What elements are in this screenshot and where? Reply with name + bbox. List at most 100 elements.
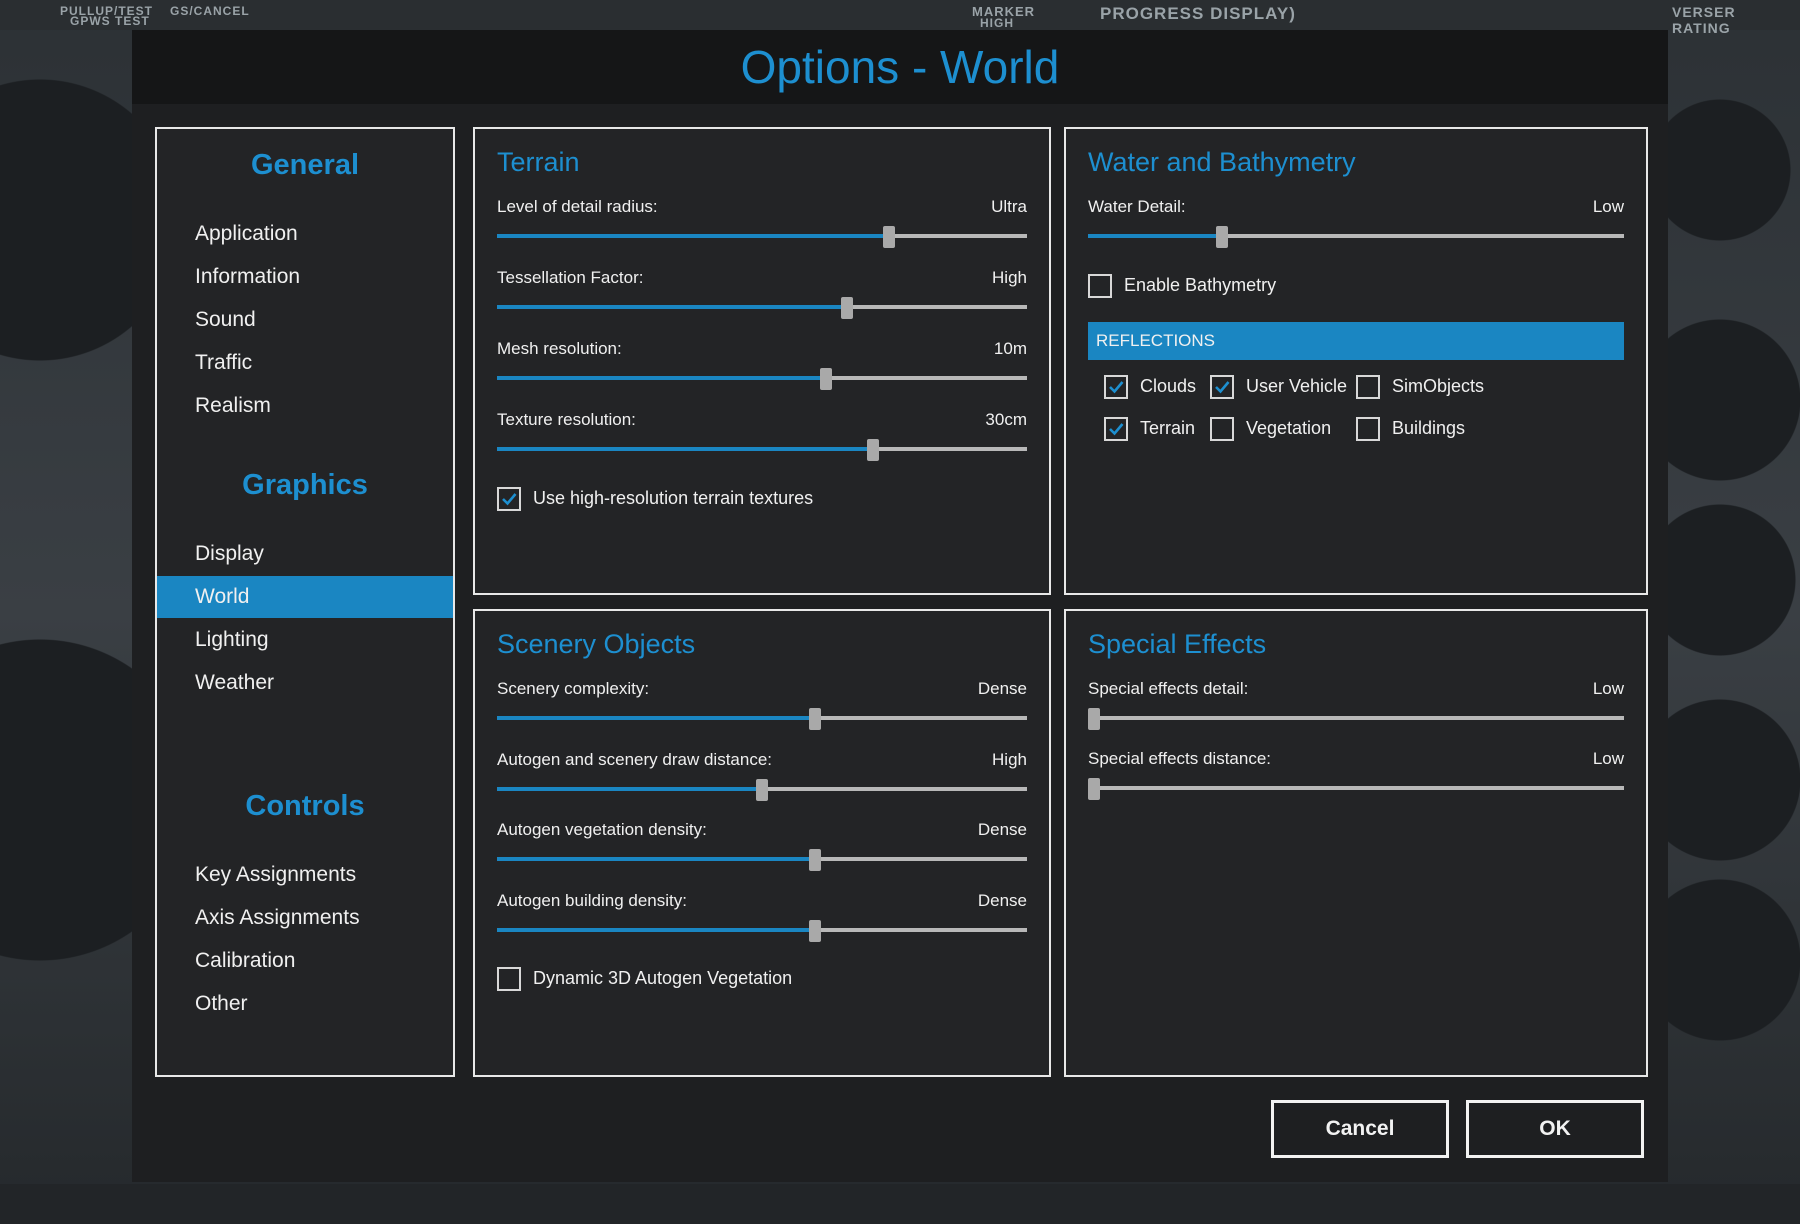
nav-heading-graphics: Graphics bbox=[242, 469, 368, 501]
reflection-clouds-label: Clouds bbox=[1140, 376, 1197, 396]
slider-thumb[interactable] bbox=[1088, 778, 1100, 800]
nav-item-weather[interactable]: Weather bbox=[157, 662, 453, 704]
nav-item-key-assignments[interactable]: Key Assignments bbox=[157, 854, 453, 896]
slider-label: Mesh resolution: bbox=[497, 339, 622, 358]
reflection-terrain-checkbox[interactable] bbox=[1104, 417, 1128, 441]
nav-item-sound[interactable]: Sound bbox=[157, 299, 453, 341]
slider-thumb[interactable] bbox=[883, 226, 896, 248]
slider-fill bbox=[497, 716, 815, 720]
slider-label: Texture resolution: bbox=[497, 410, 636, 429]
dynamic-autogen-label: Dynamic 3D Autogen Vegetation bbox=[533, 968, 793, 988]
effects-panel: Special Effects Special effects detail: L… bbox=[1064, 609, 1648, 1077]
slider-fill bbox=[497, 786, 762, 791]
nav-item-information[interactable]: Information bbox=[157, 256, 453, 298]
ok-button[interactable]: OK bbox=[1466, 1100, 1644, 1158]
slider[interactable] bbox=[1088, 708, 1624, 730]
effects-title: Special Effects bbox=[1088, 629, 1267, 659]
nav-item-axis-assignments[interactable]: Axis Assignments bbox=[157, 897, 453, 939]
reflection-buildings-checkbox[interactable] bbox=[1356, 417, 1380, 441]
dialog-title: Options - World bbox=[740, 41, 1060, 93]
slider-label: Tessellation Factor: bbox=[497, 268, 644, 287]
slider-fill bbox=[1088, 234, 1222, 238]
title-bar: Options - World bbox=[132, 30, 1668, 104]
slider[interactable] bbox=[497, 226, 1027, 248]
bg-label: RATING bbox=[1672, 20, 1731, 36]
nav-item-other[interactable]: Other bbox=[157, 983, 453, 1025]
slider[interactable] bbox=[497, 368, 1027, 390]
slider-thumb[interactable] bbox=[840, 297, 853, 319]
slider-track bbox=[1088, 786, 1624, 790]
high-res-textures-checkbox[interactable] bbox=[497, 487, 521, 511]
slider-value: Dense bbox=[977, 679, 1027, 698]
reflection-simobjects-label: SimObjects bbox=[1392, 376, 1485, 396]
nav-item-calibration[interactable]: Calibration bbox=[157, 940, 453, 982]
nav-heading-controls: Controls bbox=[245, 790, 365, 822]
reflection-simobjects-checkbox[interactable] bbox=[1356, 375, 1380, 399]
reflection-user-vehicle-label: User Vehicle bbox=[1246, 376, 1348, 396]
slider-thumb[interactable] bbox=[809, 919, 821, 942]
bg-label: GS/CANCEL bbox=[170, 4, 250, 18]
slider-thumb[interactable] bbox=[756, 778, 768, 801]
slider-fill bbox=[497, 234, 890, 238]
slider-label: Water Detail: bbox=[1088, 197, 1186, 216]
bg-label: VERSER bbox=[1672, 4, 1736, 20]
water-title: Water and Bathymetry bbox=[1088, 147, 1356, 177]
slider-value: Low bbox=[1592, 749, 1624, 768]
dynamic-autogen-checkbox[interactable] bbox=[497, 967, 521, 991]
slider-thumb[interactable] bbox=[809, 708, 821, 730]
slider-fill bbox=[497, 376, 826, 380]
slider-fill bbox=[497, 305, 847, 309]
nav-item-realism[interactable]: Realism bbox=[157, 385, 453, 427]
slider[interactable] bbox=[497, 778, 1027, 801]
slider-label: Special effects detail: bbox=[1088, 679, 1249, 698]
enable-bathymetry-checkbox[interactable] bbox=[1088, 274, 1112, 298]
slider-label: Autogen building density: bbox=[497, 890, 687, 910]
slider-thumb[interactable] bbox=[809, 849, 821, 871]
scenery-title: Scenery Objects bbox=[497, 629, 696, 659]
slider-thumb[interactable] bbox=[819, 368, 832, 390]
slider-value: 30cm bbox=[985, 410, 1027, 429]
reflection-user-vehicle-checkbox[interactable] bbox=[1210, 375, 1234, 399]
slider[interactable] bbox=[497, 708, 1027, 730]
nav-item-world[interactable]: World bbox=[157, 576, 453, 618]
reflection-vegetation-checkbox[interactable] bbox=[1210, 417, 1234, 441]
water-panel: Water and Bathymetry Water Detail: Low Ena… bbox=[1064, 127, 1648, 595]
slider[interactable] bbox=[497, 849, 1027, 871]
nav-item-display[interactable]: Display bbox=[157, 533, 453, 575]
nav-item-application[interactable]: Application bbox=[157, 213, 453, 255]
scenery-panel: Scenery Objects Scenery complexity: Dense… bbox=[473, 609, 1051, 1077]
slider-label: Autogen and scenery draw distance: bbox=[497, 749, 773, 769]
slider[interactable] bbox=[1088, 226, 1624, 248]
cockpit-top-strip: PULLUP/TEST GS/CANCEL GPWS TEST MARKER H… bbox=[0, 0, 1800, 36]
nav-item-traffic[interactable]: Traffic bbox=[157, 342, 453, 384]
slider-thumb[interactable] bbox=[867, 439, 880, 461]
high-res-textures-label: Use high-resolution terrain textures bbox=[533, 488, 814, 508]
nav-item-lighting[interactable]: Lighting bbox=[157, 619, 453, 661]
bg-label: HIGH bbox=[980, 16, 1014, 30]
slider-thumb[interactable] bbox=[1088, 708, 1100, 730]
slider-value: 10m bbox=[993, 339, 1027, 358]
slider[interactable] bbox=[497, 919, 1027, 942]
enable-bathymetry-label: Enable Bathymetry bbox=[1124, 275, 1277, 295]
slider-thumb[interactable] bbox=[1216, 226, 1228, 248]
slider-value: Low bbox=[1592, 197, 1624, 216]
reflection-clouds-checkbox[interactable] bbox=[1104, 375, 1128, 399]
bg-label: PROGRESS DISPLAY) bbox=[1100, 4, 1296, 23]
slider-fill bbox=[497, 857, 815, 861]
options-dialog: Options - World General Application Inform… bbox=[132, 30, 1668, 1182]
reflection-terrain-label: Terrain bbox=[1140, 418, 1196, 438]
slider[interactable] bbox=[497, 297, 1027, 319]
terrain-title: Terrain bbox=[497, 147, 580, 177]
reflection-buildings-label: Buildings bbox=[1392, 418, 1466, 438]
cancel-button[interactable]: Cancel bbox=[1271, 1100, 1449, 1158]
nav-panel: General Application Information Sound Traffi… bbox=[155, 127, 455, 1077]
terrain-panel: Terrain Level of detail radius: Ultra Tess… bbox=[473, 127, 1051, 595]
slider-label: Special effects distance: bbox=[1088, 749, 1272, 768]
slider[interactable] bbox=[1088, 778, 1624, 800]
slider-value: High bbox=[992, 749, 1027, 769]
reflections-header: REFLECTIONS bbox=[1088, 322, 1624, 360]
slider[interactable] bbox=[497, 439, 1027, 461]
reflection-vegetation-label: Vegetation bbox=[1246, 418, 1332, 438]
slider-label: Scenery complexity: bbox=[497, 679, 650, 698]
slider-track bbox=[1088, 716, 1624, 720]
